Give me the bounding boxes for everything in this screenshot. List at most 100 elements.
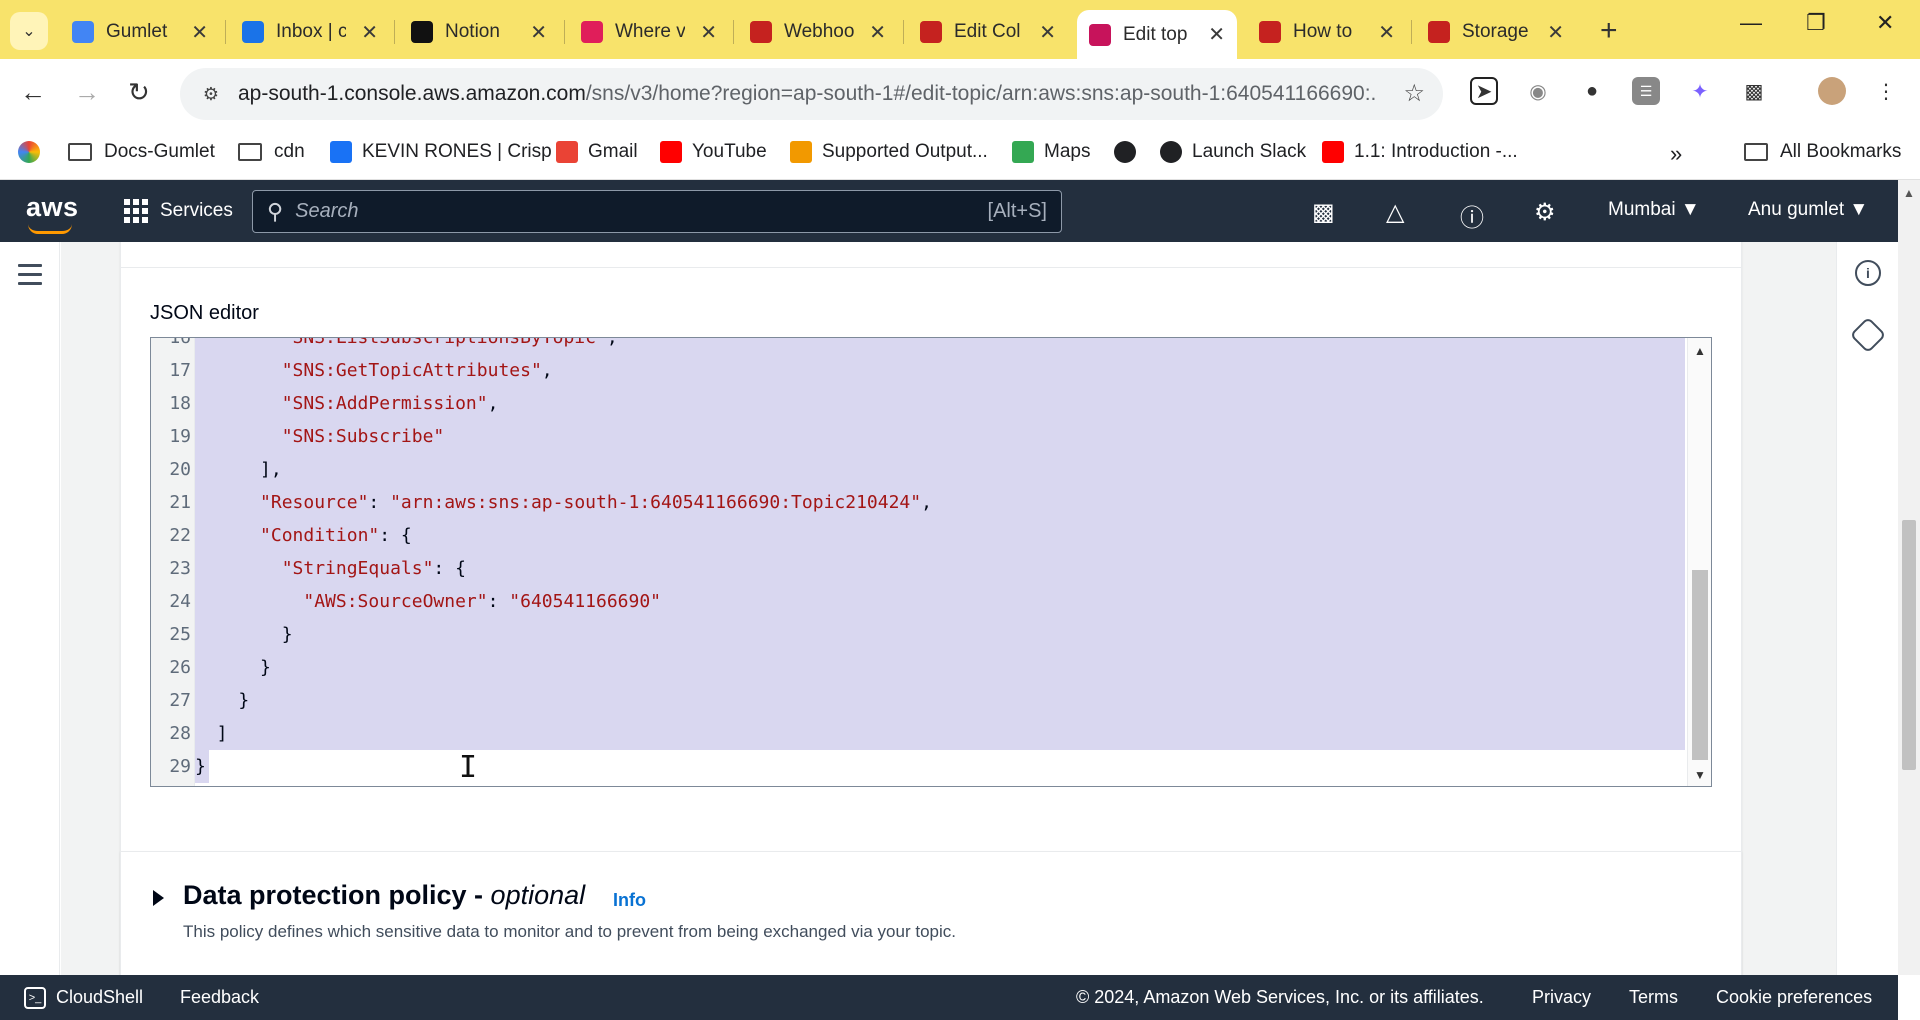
code-line[interactable]: } xyxy=(195,684,249,717)
code-line[interactable]: "Condition": { xyxy=(195,519,412,552)
search-placeholder: Search xyxy=(295,200,359,222)
feedback-link[interactable]: Feedback xyxy=(180,987,259,1008)
extension-wand-icon[interactable]: ✦ xyxy=(1686,77,1714,105)
info-panel-icon[interactable]: i xyxy=(1855,260,1881,286)
code-line[interactable]: "SNS:ListSubscriptionsByTopic", xyxy=(195,338,618,354)
code-line[interactable]: } xyxy=(195,618,293,651)
page-scrollbar[interactable]: ▲ xyxy=(1898,180,1920,975)
expand-caret-icon[interactable] xyxy=(153,890,164,906)
browser-tab[interactable]: Gumlet ✕ xyxy=(60,10,220,54)
code-line[interactable]: } xyxy=(195,651,271,684)
tab-separator xyxy=(225,20,226,44)
bookmark-item[interactable]: Launch Slack xyxy=(1160,141,1306,163)
privacy-link[interactable]: Privacy xyxy=(1532,987,1591,1008)
tab-close-icon[interactable]: ✕ xyxy=(1208,22,1225,47)
json-editor[interactable]: 16 17 18 19 20 21 22 23 24 25 26 27 28 29 "SNS:ListSu… xyxy=(150,337,1712,787)
data-protection-title[interactable]: Data protection policy - optional xyxy=(183,880,585,911)
extension-puzzle-dark-icon[interactable]: ☰ xyxy=(1632,77,1660,105)
site-info-icon[interactable]: ⚙ xyxy=(196,79,226,109)
scroll-up-icon[interactable]: ▲ xyxy=(1903,186,1915,200)
bookmark-item[interactable] xyxy=(1114,141,1146,163)
bookmark-item[interactable]: YouTube xyxy=(660,141,767,163)
more-menu-icon[interactable]: ⋮ xyxy=(1872,77,1900,105)
aws-search-input[interactable]: ⚲ Search [Alt+S] xyxy=(252,190,1062,233)
browser-tab[interactable]: Where v ✕ xyxy=(569,10,729,54)
bookmark-item[interactable]: KEVIN RONES | Crisp xyxy=(330,141,552,163)
settings-gear-icon[interactable]: ⚙ xyxy=(1534,198,1556,227)
address-bar[interactable]: ⚙ ap-south-1.console.aws.amazon.com/sns/… xyxy=(180,68,1443,120)
cloudshell-icon[interactable]: ▩ xyxy=(1312,198,1335,227)
editor-scrollbar[interactable]: ▲ ▼ xyxy=(1687,338,1711,786)
code-line[interactable]: ], xyxy=(195,453,282,486)
cloudshell-footer-icon[interactable]: >_ xyxy=(24,987,46,1009)
all-bookmarks[interactable]: All Bookmarks xyxy=(1744,141,1901,163)
tab-close-icon[interactable]: ✕ xyxy=(1547,20,1564,45)
bookmark-item[interactable]: cdn xyxy=(238,141,305,163)
browser-tab[interactable]: How to ✕ xyxy=(1247,10,1407,54)
menu-icon[interactable] xyxy=(18,264,42,291)
terms-link[interactable]: Terms xyxy=(1629,987,1678,1008)
code-line[interactable]: "Resource": "arn:aws:sns:ap-south-1:6405… xyxy=(195,486,932,519)
tab-close-icon[interactable]: ✕ xyxy=(700,20,717,45)
bookmark-label: YouTube xyxy=(692,141,767,162)
browser-tab[interactable]: Inbox | c ✕ xyxy=(230,10,390,54)
code-line[interactable]: "SNS:GetTopicAttributes", xyxy=(195,354,553,387)
tab-close-icon[interactable]: ✕ xyxy=(869,20,886,45)
browser-tab[interactable]: Storage ✕ xyxy=(1416,10,1576,54)
bookmark-star-icon[interactable]: ☆ xyxy=(1403,79,1425,108)
bookmark-item[interactable]: Gmail xyxy=(556,141,638,163)
code-line[interactable]: "SNS:Subscribe" xyxy=(195,420,445,453)
bookmark-apps-icon[interactable] xyxy=(18,141,50,163)
editor-scrollbar-thumb[interactable] xyxy=(1692,570,1708,760)
tab-close-icon[interactable]: ✕ xyxy=(361,20,378,45)
data-protection-policy-section[interactable]: Data protection policy - optional Info T… xyxy=(120,851,1742,975)
browser-tab[interactable]: Edit Col ✕ xyxy=(908,10,1068,54)
tab-favicon-icon xyxy=(581,21,603,43)
reload-icon[interactable]: ↻ xyxy=(128,77,150,108)
tab-close-icon[interactable]: ✕ xyxy=(1378,20,1395,45)
url-text[interactable]: ap-south-1.console.aws.amazon.com/sns/v3… xyxy=(238,82,1378,106)
close-window-icon[interactable]: ✕ xyxy=(1876,10,1894,36)
code-line[interactable]: "AWS:SourceOwner": "640541166690" xyxy=(195,585,661,618)
more-bookmarks-icon[interactable]: » xyxy=(1670,141,1682,167)
browser-tab[interactable]: Webhoo ✕ xyxy=(738,10,898,54)
page-scrollbar-thumb[interactable] xyxy=(1902,520,1916,770)
tab-close-icon[interactable]: ✕ xyxy=(1039,20,1056,45)
restore-icon[interactable]: ❐ xyxy=(1806,10,1826,36)
code-line[interactable]: } xyxy=(195,750,206,783)
bookmark-item[interactable]: 1.1: Introduction -... xyxy=(1322,141,1518,163)
extensions-icon[interactable]: ▩ xyxy=(1740,77,1768,105)
profile-avatar[interactable] xyxy=(1818,77,1846,105)
tab-close-icon[interactable]: ✕ xyxy=(191,20,208,45)
aws-logo[interactable]: aws xyxy=(26,192,79,223)
code-area[interactable]: "SNS:ListSubscriptionsByTopic", "SNS:Get… xyxy=(195,338,1685,786)
bookmark-item[interactable]: Docs-Gumlet xyxy=(68,141,215,163)
back-icon[interactable]: ← xyxy=(20,77,46,108)
code-line[interactable]: "StringEquals": { xyxy=(195,552,466,585)
code-line[interactable]: ] xyxy=(195,717,228,750)
code-line[interactable]: "SNS:AddPermission", xyxy=(195,387,499,420)
notifications-bell-icon[interactable]: △ xyxy=(1386,198,1404,227)
hexagon-tools-icon[interactable] xyxy=(1849,316,1887,354)
services-menu-button[interactable]: Services xyxy=(124,199,233,223)
cookie-preferences-link[interactable]: Cookie preferences xyxy=(1716,987,1872,1008)
camera-icon[interactable]: ◉ xyxy=(1524,77,1552,105)
forward-icon[interactable]: → xyxy=(74,77,100,108)
bookmark-item[interactable]: Maps xyxy=(1012,141,1090,163)
browser-tab[interactable]: Edit top ✕ xyxy=(1077,10,1237,59)
tab-close-icon[interactable]: ✕ xyxy=(530,20,547,45)
extension-disc-icon[interactable]: ● xyxy=(1578,77,1606,105)
extension-send-icon[interactable]: ➤ xyxy=(1470,77,1498,105)
info-link[interactable]: Info xyxy=(613,890,646,911)
browser-tab[interactable]: Notion ✕ xyxy=(399,10,559,54)
editor-scroll-up-icon[interactable]: ▲ xyxy=(1694,344,1706,358)
help-icon[interactable]: ⓘ xyxy=(1460,198,1484,233)
bookmark-item[interactable]: Supported Output... xyxy=(790,141,988,163)
account-menu[interactable]: Anu gumlet ▼ xyxy=(1748,199,1868,221)
new-tab-icon[interactable]: + xyxy=(1600,14,1618,48)
tab-search-button[interactable]: ⌄ xyxy=(10,12,48,50)
region-selector[interactable]: Mumbai ▼ xyxy=(1608,199,1700,221)
cloudshell-link[interactable]: CloudShell xyxy=(56,987,143,1008)
editor-scroll-down-icon[interactable]: ▼ xyxy=(1694,768,1706,782)
minimize-icon[interactable]: — xyxy=(1740,10,1762,36)
